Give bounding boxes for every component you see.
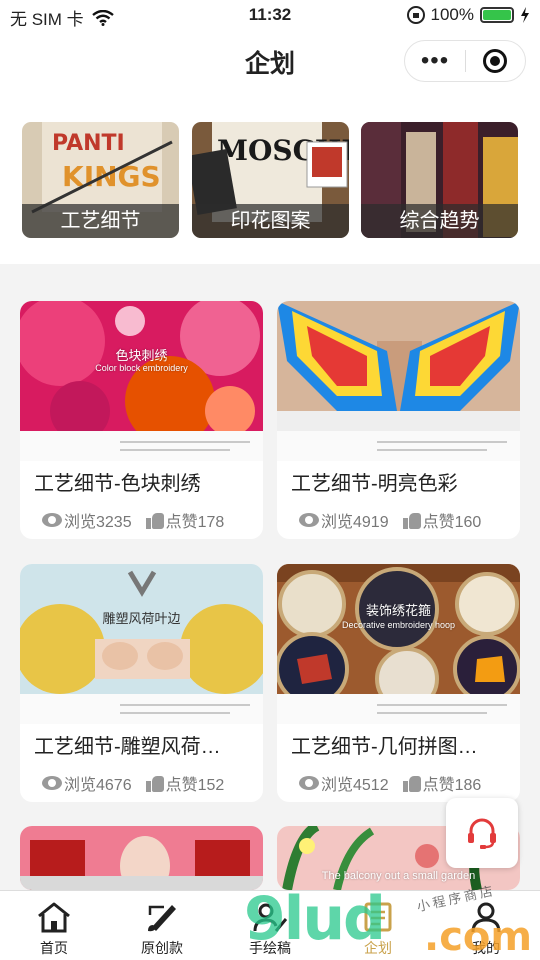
thumbs-up-icon	[145, 512, 164, 529]
tab-label: 首页	[40, 940, 68, 956]
views-stat: 浏览4512	[299, 771, 389, 795]
status-right: 100%	[406, 5, 530, 25]
thumbnail-caption-strip	[20, 431, 263, 461]
likes-count: 点赞186	[422, 777, 482, 794]
charging-bolt-icon	[521, 7, 529, 23]
tab-plan[interactable]: 企划	[324, 891, 432, 960]
pencil-person-icon	[253, 903, 288, 932]
category-card-craft[interactable]: PANTI KINGS 工艺细节	[22, 122, 179, 238]
thumbnail-overlay-subtitle: Decorative embroidery hoop	[341, 620, 456, 630]
battery-icon	[480, 7, 514, 23]
plan-icon	[364, 902, 392, 932]
category-label: 工艺细节	[22, 204, 179, 238]
thumbs-up-icon	[145, 775, 164, 792]
mini-program-capsule: •••	[404, 40, 526, 82]
headset-icon	[468, 818, 496, 849]
nav-bar: 企划 •••	[0, 32, 540, 92]
target-close-icon	[483, 49, 508, 73]
views-stat: 浏览3235	[42, 508, 132, 532]
thumbs-up-icon	[402, 512, 421, 529]
likes-stat: 点赞186	[402, 771, 482, 795]
thumbs-up-icon	[402, 775, 421, 792]
likes-stat: 点赞178	[145, 508, 225, 532]
eye-icon	[299, 513, 319, 527]
thumbnail-overlay-subtitle: The balcony out a small garden	[321, 870, 476, 882]
category-label: 综合趋势	[361, 204, 518, 238]
views-count: 浏览4919	[321, 514, 389, 531]
customer-service-button[interactable]	[446, 798, 518, 868]
tab-label: 手绘稿	[249, 940, 291, 956]
views-count: 浏览4676	[64, 777, 132, 794]
eye-icon	[299, 776, 319, 790]
rotation-lock-icon	[406, 6, 425, 24]
eye-icon	[42, 513, 62, 527]
tab-label: 我的	[472, 940, 500, 956]
card-title: 工艺细节-色块刺绣	[34, 473, 201, 495]
home-icon	[38, 902, 70, 933]
thumbnail-caption-strip	[20, 694, 263, 724]
card-title: 工艺细节-雕塑风荷…	[34, 736, 221, 758]
article-card[interactable]: 雕塑风荷叶边 工艺细节-雕塑风荷… 浏览4676 点赞152	[20, 564, 263, 802]
thumbnail-overlay-title: 装饰绣花箍	[365, 603, 431, 618]
views-stat: 浏览4676	[42, 771, 132, 795]
card-title: 工艺细节-明亮色彩	[291, 473, 458, 495]
category-label: 印花图案	[192, 204, 349, 238]
tab-label: 原创款	[141, 940, 183, 956]
card-stats: 浏览4512 点赞186	[299, 771, 481, 795]
article-card[interactable]	[20, 826, 263, 890]
card-stats: 浏览3235 点赞178	[42, 508, 224, 532]
views-count: 浏览4512	[321, 777, 389, 794]
thumbnail-caption-strip	[277, 694, 520, 724]
tab-label: 企划	[364, 940, 392, 956]
thumbnail-overlay-subtitle: Color block embroidery	[95, 363, 188, 373]
thumbnail-overlay-title: 色块刺绣	[115, 348, 168, 363]
views-stat: 浏览4919	[299, 508, 389, 532]
more-dots-icon[interactable]: •••	[405, 49, 465, 73]
likes-count: 点赞160	[422, 514, 482, 531]
svg-text:PANTI: PANTI	[52, 131, 125, 156]
card-title: 工艺细节-几何拼图…	[291, 736, 478, 758]
tab-home[interactable]: 首页	[0, 891, 108, 960]
user-icon	[471, 902, 501, 933]
article-thumbnail	[277, 301, 520, 431]
article-card[interactable]: 色块刺绣 Color block embroidery 工艺细节-色块刺绣 浏览…	[20, 301, 263, 539]
article-thumbnail	[20, 826, 263, 890]
category-card-print[interactable]: MOSCHIN 印花图案	[192, 122, 349, 238]
tab-sketch[interactable]: 手绘稿	[216, 891, 324, 960]
status-bar: 无 SIM 卡 11:32 100%	[0, 0, 540, 32]
close-button[interactable]	[466, 49, 525, 73]
thumbnail-caption-strip	[277, 431, 520, 461]
likes-count: 点赞152	[165, 777, 225, 794]
card-stats: 浏览4676 点赞152	[42, 771, 224, 795]
thumbnail-overlay-title: 雕塑风荷叶边	[102, 611, 181, 626]
likes-count: 点赞178	[165, 514, 225, 531]
views-count: 浏览3235	[64, 514, 132, 531]
bottom-tab-bar: 首页 原创款 手绘稿 企划 我的	[0, 890, 540, 960]
article-card[interactable]: 装饰绣花箍 Decorative embroidery hoop 工艺细节-几何…	[277, 564, 520, 802]
likes-stat: 点赞152	[145, 771, 225, 795]
category-card-trend[interactable]: 综合趋势	[361, 122, 518, 238]
brush-icon	[148, 905, 176, 932]
tab-mine[interactable]: 我的	[432, 891, 540, 960]
eye-icon	[42, 776, 62, 790]
likes-stat: 点赞160	[402, 508, 482, 532]
article-card[interactable]: 工艺细节-明亮色彩 浏览4919 点赞160	[277, 301, 520, 539]
battery-percent: 100%	[430, 5, 474, 24]
article-thumbnail	[20, 564, 263, 694]
category-row: PANTI KINGS 工艺细节 MOSCHIN 印花图案 综合趋势	[0, 92, 540, 264]
card-stats: 浏览4919 点赞160	[299, 508, 481, 532]
tab-original[interactable]: 原创款	[108, 891, 216, 960]
